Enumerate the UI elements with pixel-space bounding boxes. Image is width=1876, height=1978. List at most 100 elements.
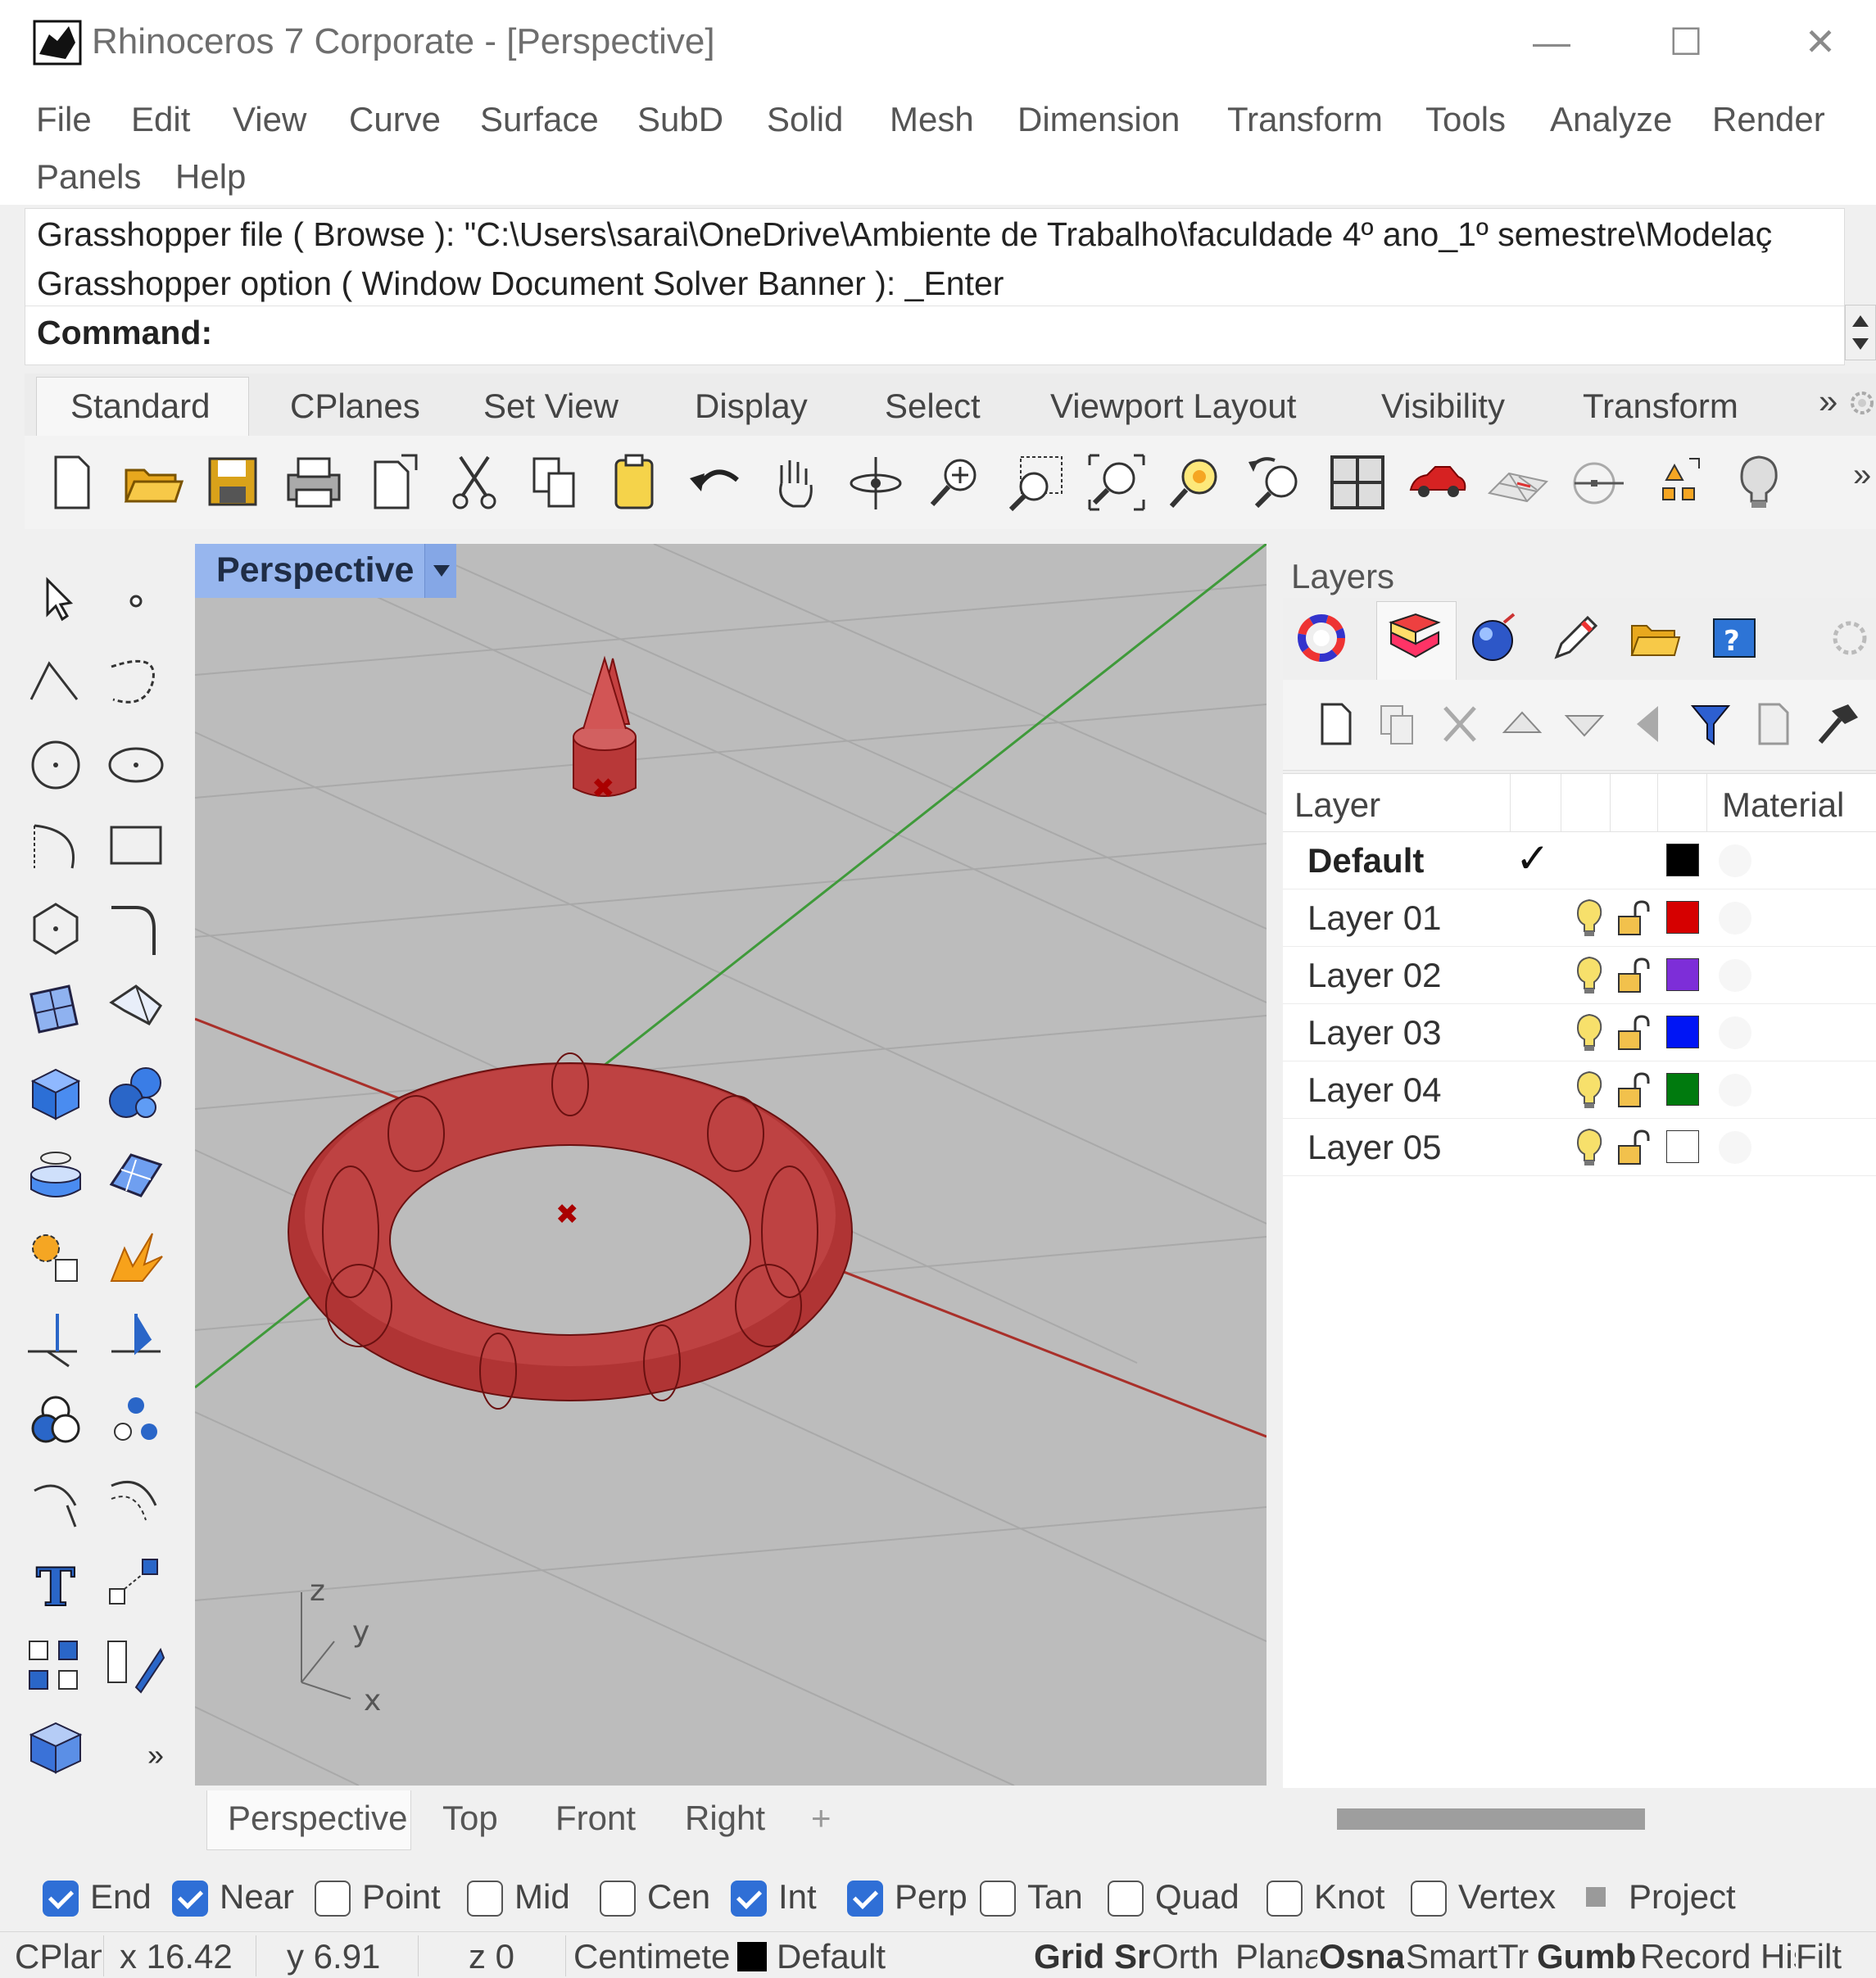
text-icon[interactable]: T [23, 1551, 88, 1617]
folder-icon[interactable] [1627, 611, 1681, 665]
unlocked-icon[interactable] [1614, 956, 1653, 995]
move-up-icon[interactable] [1499, 699, 1545, 749]
tab-select[interactable]: Select [885, 387, 981, 426]
save-icon[interactable] [202, 450, 265, 514]
circle-icon[interactable] [23, 732, 88, 798]
tab-visibility[interactable]: Visibility [1381, 387, 1505, 426]
pencil-icon[interactable] [1547, 611, 1601, 665]
light-bulb-on-icon[interactable] [1571, 897, 1607, 938]
osnap-panel-icon[interactable] [1566, 450, 1630, 514]
tab-cplanes[interactable]: CPlanes [290, 387, 420, 426]
light-bulb-on-icon[interactable] [1571, 1126, 1607, 1167]
help-icon[interactable]: ? [1707, 611, 1761, 665]
vp-tab-front[interactable]: Front [555, 1799, 636, 1838]
new-file-icon[interactable] [39, 450, 103, 514]
zoom-extents-icon[interactable] [1085, 450, 1149, 514]
import-icon[interactable] [362, 450, 426, 514]
open-folder-icon[interactable] [121, 450, 185, 514]
four-viewports-icon[interactable] [1325, 450, 1389, 514]
rotate-view-icon[interactable] [844, 450, 908, 514]
layer-color-swatch[interactable] [1666, 1073, 1699, 1106]
surface-from-points-icon[interactable] [23, 978, 88, 1043]
gumball-icon[interactable] [1647, 450, 1711, 514]
status-record-history[interactable]: Record His [1640, 1937, 1796, 1976]
print-icon[interactable] [282, 450, 346, 514]
unlocked-icon[interactable] [1614, 1070, 1653, 1110]
grid-plane-icon[interactable] [1486, 450, 1550, 514]
menu-panels[interactable]: Panels [36, 157, 141, 197]
array-icon[interactable] [23, 1633, 88, 1699]
osnap-checkbox[interactable] [1108, 1881, 1144, 1917]
current-layer-check-icon[interactable]: ✓ [1516, 835, 1550, 882]
menu-file[interactable]: File [36, 100, 92, 139]
unlocked-icon[interactable] [1614, 1013, 1653, 1052]
torus-object[interactable]: ✖ [288, 1052, 853, 1410]
layers-tab-icon[interactable] [1386, 611, 1443, 665]
sphere-icon[interactable] [103, 1060, 169, 1125]
material-swatch[interactable] [1719, 1016, 1751, 1049]
status-cplane[interactable]: CPlan [15, 1937, 102, 1976]
paste-icon[interactable] [603, 450, 667, 514]
light-bulb-on-icon[interactable] [1571, 1069, 1607, 1110]
layer-column-header[interactable]: Layer [1294, 785, 1380, 825]
light-bulb-on-icon[interactable] [1571, 1012, 1607, 1052]
viewport-title[interactable]: Perspective [195, 544, 455, 598]
menu-surface[interactable]: Surface [480, 100, 599, 139]
osnap-checkbox[interactable] [172, 1881, 208, 1917]
menu-mesh[interactable]: Mesh [890, 100, 974, 139]
menu-edit[interactable]: Edit [131, 100, 190, 139]
color-wheel-icon[interactable] [1296, 613, 1347, 663]
unlocked-icon[interactable] [1614, 898, 1653, 938]
explode-icon[interactable] [103, 1224, 169, 1289]
filter-icon[interactable] [1688, 699, 1733, 749]
layer-color-swatch[interactable] [1666, 1130, 1699, 1163]
layer-color-swatch[interactable] [1666, 844, 1699, 876]
render-sphere-icon[interactable] [1466, 611, 1520, 665]
layer-color-swatch[interactable] [1666, 1016, 1699, 1048]
viewport-menu-button[interactable] [424, 544, 456, 598]
osnap-checkbox[interactable] [1411, 1881, 1447, 1917]
close-button[interactable]: ✕ [1771, 15, 1869, 69]
tab-viewport-layout[interactable]: Viewport Layout [1050, 387, 1296, 426]
material-swatch[interactable] [1719, 902, 1751, 935]
menu-transform[interactable]: Transform [1227, 100, 1383, 139]
layer-color-swatch[interactable] [1666, 958, 1699, 991]
undo-view-icon[interactable] [1245, 450, 1309, 514]
status-ortho[interactable]: Orth [1152, 1937, 1235, 1976]
status-units[interactable]: Centimete [573, 1937, 734, 1976]
status-planar[interactable]: Plana [1235, 1937, 1317, 1976]
left-overflow-icon[interactable]: » [147, 1738, 164, 1772]
perspective-viewport[interactable]: ✖ ✖ z y x [195, 544, 1267, 1786]
zoom-selected-icon[interactable] [1165, 450, 1229, 514]
minimize-button[interactable]: — [1502, 15, 1601, 69]
material-swatch[interactable] [1719, 844, 1751, 877]
vp-tab-top[interactable]: Top [442, 1799, 498, 1838]
light-bulb-icon[interactable] [1727, 450, 1791, 514]
mesh-plane-icon[interactable] [103, 1142, 169, 1207]
tab-set-view[interactable]: Set View [483, 387, 619, 426]
osnap-checkbox[interactable] [467, 1881, 503, 1917]
layer-color-swatch[interactable] [1666, 901, 1699, 934]
status-filter[interactable]: Filt [1796, 1937, 1855, 1976]
tab-display[interactable]: Display [695, 387, 808, 426]
osnap-checkbox[interactable] [980, 1881, 1016, 1917]
cylinder-icon[interactable] [23, 1142, 88, 1207]
render-car-icon[interactable] [1406, 450, 1470, 514]
pan-hand-icon[interactable] [764, 450, 827, 514]
panel-gear-icon[interactable] [1827, 611, 1873, 665]
layer-row[interactable]: Layer 03 [1283, 1003, 1876, 1061]
rotate-curve-icon[interactable] [23, 1469, 88, 1535]
block-icon[interactable] [23, 1715, 88, 1781]
osnap-checkbox[interactable] [731, 1881, 767, 1917]
layer-row[interactable]: Layer 01 [1283, 889, 1876, 947]
ellipse-icon[interactable] [103, 732, 169, 798]
extrude-curve-icon[interactable] [103, 978, 169, 1043]
layers-horizontal-scrollbar[interactable] [1337, 1808, 1645, 1830]
command-prompt[interactable]: Command: [37, 314, 212, 352]
tab-standard[interactable]: Standard [70, 387, 210, 426]
material-swatch[interactable] [1719, 1074, 1751, 1107]
copy-icon[interactable] [523, 450, 587, 514]
menu-analyze[interactable]: Analyze [1550, 100, 1672, 139]
status-osnap[interactable]: Osna [1319, 1937, 1404, 1976]
menu-view[interactable]: View [233, 100, 306, 139]
